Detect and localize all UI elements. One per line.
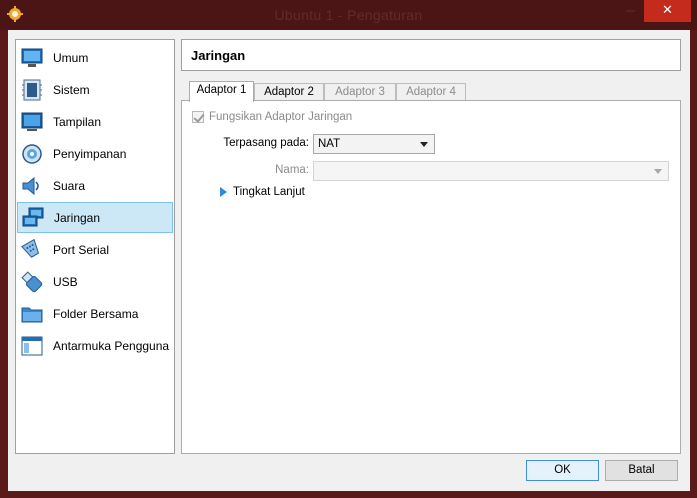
adapter-panel: Fungsikan Adaptor Jaringan Terpasang pad…: [181, 100, 681, 454]
display-icon: [21, 112, 43, 131]
cancel-button[interactable]: Batal: [605, 460, 678, 481]
minimize-button[interactable]: [620, 4, 640, 20]
advanced-label: Tingkat Lanjut: [233, 186, 305, 198]
sidebar-item-label: Suara: [53, 178, 86, 193]
window-title: Ubuntu 1 - Pengaturan: [274, 7, 423, 23]
sidebar-item-umum[interactable]: Umum: [17, 42, 173, 73]
sidebar-item-label: Penyimpanan: [53, 146, 127, 161]
network-icon: [22, 207, 44, 226]
enable-adapter-label: Fungsikan Adaptor Jaringan: [209, 111, 353, 123]
enable-adapter-checkbox[interactable]: [192, 111, 204, 123]
expand-arrow-icon: [220, 187, 227, 197]
settings-sidebar: Umum Sistem Tampilan Penyimpanan Suara J…: [15, 39, 175, 454]
advanced-toggle[interactable]: Tingkat Lanjut: [220, 186, 305, 198]
sidebar-item-label: Folder Bersama: [53, 306, 139, 321]
page-title: Jaringan: [191, 48, 246, 63]
sidebar-item-label: Sistem: [53, 82, 90, 97]
sidebar-item-label: Jaringan: [54, 210, 101, 225]
attached-to-select[interactable]: NAT: [313, 134, 435, 154]
dialog-client: Umum Sistem Tampilan Penyimpanan Suara J…: [8, 30, 690, 491]
attached-to-value: NAT: [318, 138, 341, 150]
page-header: Jaringan: [181, 39, 681, 71]
window-icon: [21, 336, 43, 355]
sidebar-item-tampilan[interactable]: Tampilan: [17, 106, 173, 137]
sidebar-item-jaringan[interactable]: Jaringan: [17, 202, 173, 233]
enable-adapter-row[interactable]: Fungsikan Adaptor Jaringan: [192, 111, 352, 123]
sidebar-item-suara[interactable]: Suara: [17, 170, 173, 201]
sidebar-item-label: Tampilan: [53, 114, 102, 129]
ok-button[interactable]: OK: [526, 460, 599, 481]
sidebar-item-port-serial[interactable]: Port Serial: [17, 234, 173, 265]
tab-adaptor-2[interactable]: Adaptor 2: [254, 83, 324, 101]
attached-to-label: Terpasang pada:: [223, 137, 309, 149]
close-button[interactable]: ✕: [644, 0, 691, 22]
folder-icon: [21, 307, 43, 322]
tab-adaptor-1[interactable]: Adaptor 1: [189, 81, 254, 102]
chevron-down-icon: [654, 169, 662, 174]
name-label: Nama:: [275, 164, 309, 176]
sidebar-item-usb[interactable]: USB: [17, 266, 173, 297]
chevron-down-icon: [420, 142, 428, 147]
disk-icon: [22, 143, 42, 164]
name-select[interactable]: [313, 161, 669, 181]
sidebar-item-antarmuka-pengguna[interactable]: Antarmuka Pengguna: [17, 330, 173, 361]
sidebar-item-label: USB: [53, 274, 78, 289]
sidebar-item-label: Umum: [53, 50, 89, 65]
sidebar-item-folder-bersama[interactable]: Folder Bersama: [17, 298, 173, 329]
sidebar-item-penyimpanan[interactable]: Penyimpanan: [17, 138, 173, 169]
title-bar: Ubuntu 1 - Pengaturan ✕: [0, 0, 697, 30]
speaker-icon: [22, 176, 39, 195]
sidebar-item-label: Antarmuka Pengguna: [53, 338, 170, 353]
settings-content: Jaringan Adaptor 1 Adaptor 2 Adaptor 3 A…: [181, 39, 681, 454]
monitor-icon: [21, 48, 43, 67]
sidebar-item-label: Port Serial: [53, 242, 110, 257]
usb-icon: [21, 270, 43, 292]
sidebar-item-sistem[interactable]: Sistem: [17, 74, 173, 105]
tab-adaptor-3[interactable]: Adaptor 3: [324, 83, 396, 101]
chip-icon: [22, 79, 42, 100]
tab-adaptor-4[interactable]: Adaptor 4: [396, 83, 466, 101]
serial-port-icon: [21, 238, 40, 258]
